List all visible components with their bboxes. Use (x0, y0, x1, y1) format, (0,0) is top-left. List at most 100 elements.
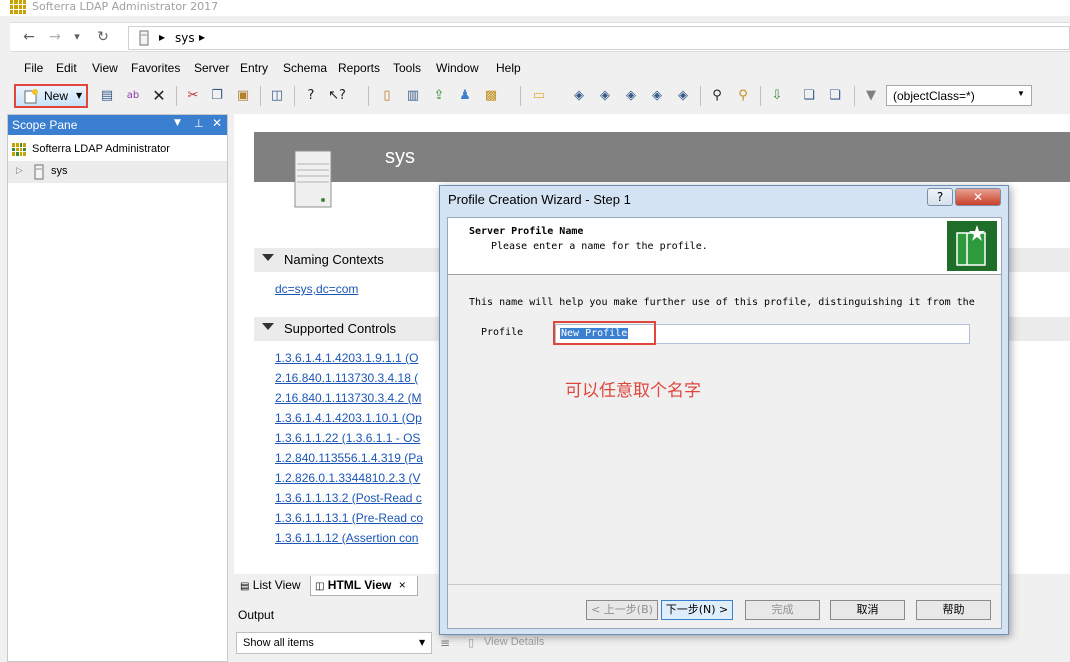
import-icon[interactable]: ⇪ (430, 87, 448, 105)
folder-icon[interactable]: ▭ (530, 87, 548, 105)
forward-button[interactable]: → (46, 28, 64, 46)
rename-icon[interactable]: ab (124, 87, 142, 105)
scope-pane-title: Scope Pane (12, 118, 78, 132)
title-bar: Softerra LDAP Administrator 2017 (0, 0, 1070, 16)
clear-output-icon[interactable]: ≡ (440, 636, 450, 650)
tool-icon[interactable]: ◈ (674, 87, 692, 105)
control-link[interactable]: 1.3.6.1.1.22 (1.3.6.1.1 - OS (275, 431, 420, 445)
menu-file[interactable]: File (24, 61, 43, 75)
toolbar-separator (260, 86, 261, 106)
control-link[interactable]: 1.3.6.1.4.1.4203.1.9.1.1 (O (275, 351, 418, 365)
close-icon[interactable]: ✕ (212, 116, 222, 130)
new-button-label: New (44, 89, 69, 103)
delete-icon[interactable]: ✕ (150, 87, 168, 105)
search-icon[interactable]: ⚲ (708, 87, 726, 105)
app-title: Softerra LDAP Administrator 2017 (32, 0, 219, 13)
control-link[interactable]: 1.3.6.1.1.13.2 (Post-Read c (275, 491, 422, 505)
control-link[interactable]: 1.3.6.1.1.12 (Assertion con (275, 531, 418, 545)
properties-icon[interactable]: ▤ (98, 87, 116, 105)
new-profile-icon[interactable]: ▥ (404, 87, 422, 105)
tree-item-sys[interactable]: ▷ sys (8, 161, 227, 183)
menu-help[interactable]: Help (496, 61, 521, 75)
toolbar-separator (176, 86, 177, 106)
menu-bar: File Edit View Favorites Server Entry Sc… (10, 58, 1070, 80)
group-icon[interactable]: ▩ (482, 87, 500, 105)
toolbar-separator (294, 86, 295, 106)
tool-icon[interactable]: ◈ (570, 87, 588, 105)
new-entry-icon[interactable]: ▯ (378, 87, 396, 105)
profile-wizard-dialog: Profile Creation Wizard - Step 1 ? ✕ Ser… (439, 185, 1009, 635)
copy-icon[interactable]: ❐ (208, 87, 226, 105)
next-button[interactable]: 下一步(N) > (661, 600, 733, 620)
expand-icon[interactable]: ▷ (16, 166, 23, 176)
menu-favorites[interactable]: Favorites (131, 61, 180, 75)
menu-edit[interactable]: Edit (56, 61, 77, 75)
filter-value: (objectClass=*) (893, 89, 975, 103)
dialog-close-button[interactable]: ✕ (955, 188, 1001, 206)
close-icon[interactable]: × (399, 578, 406, 592)
tool-icon[interactable]: ◈ (596, 87, 614, 105)
chevron-down-icon[interactable]: ▼ (419, 638, 425, 647)
tree-item-root[interactable]: Softerra LDAP Administrator (8, 139, 227, 161)
control-link[interactable]: 1.3.6.1.4.1.4203.1.10.1 (Op (275, 411, 422, 425)
view-details-button[interactable]: View Details (484, 636, 544, 648)
pin-icon[interactable]: ⊥ (194, 117, 204, 130)
menu-window[interactable]: Window (436, 61, 479, 75)
scope-pane: Scope Pane ▼ ⊥ ✕ Softerra LDAP Administr… (7, 114, 228, 662)
new-button[interactable]: New ▼ (14, 84, 88, 108)
clear-filter-icon[interactable]: ▼ (862, 87, 880, 105)
window-icon[interactable]: ❏ (826, 87, 844, 105)
menu-schema[interactable]: Schema (283, 61, 327, 75)
filter-combo[interactable]: (objectClass=*) ▼ (886, 85, 1032, 106)
control-link[interactable]: 1.3.6.1.1.13.1 (Pre-Read co (275, 511, 423, 525)
tool-icon[interactable]: ◈ (622, 87, 640, 105)
menu-view[interactable]: View (92, 61, 118, 75)
control-link[interactable]: 1.2.840.113556.1.4.319 (Pa (275, 451, 423, 465)
finish-button[interactable]: 完成 (745, 600, 820, 620)
help-icon: ? (936, 190, 944, 204)
tool-icon[interactable]: ◈ (648, 87, 666, 105)
paste-icon[interactable]: ▣ (234, 87, 252, 105)
back-button[interactable]: ← (20, 28, 38, 46)
menu-reports[interactable]: Reports (338, 61, 380, 75)
app-logo-icon (12, 143, 26, 156)
tree-item-label: Softerra LDAP Administrator (32, 143, 170, 155)
refresh-button[interactable]: ↻ (94, 28, 112, 46)
user-icon[interactable]: ♟ (456, 87, 474, 105)
back-button[interactable]: < 上一步(B) (586, 600, 658, 620)
help-icon[interactable]: ? (302, 87, 320, 105)
menu-server[interactable]: Server (194, 61, 229, 75)
chevron-down-icon[interactable]: ▼ (76, 91, 82, 100)
search-folder-icon[interactable]: ⚲ (734, 87, 752, 105)
collapse-icon[interactable] (262, 323, 274, 330)
output-filter-select[interactable]: Show all items ▼ (236, 632, 432, 654)
export-icon[interactable]: ⇩ (768, 87, 786, 105)
server-name: sys (385, 146, 415, 168)
open-icon[interactable]: ◫ (268, 87, 286, 105)
control-link[interactable]: 2.16.840.1.113730.3.4.18 ( (275, 371, 418, 385)
tab-list-view[interactable]: ▤ List View (236, 576, 306, 596)
menu-tools[interactable]: Tools (393, 61, 421, 75)
path-arrow-icon[interactable]: ▸ (199, 30, 205, 44)
cancel-button[interactable]: 取消 (830, 600, 905, 620)
tab-html-view[interactable]: ◫ HTML View × (310, 576, 418, 596)
chevron-down-icon[interactable]: ▼ (174, 118, 181, 128)
control-link[interactable]: 2.16.840.1.113730.3.4.2 (M (275, 391, 422, 405)
cut-icon[interactable]: ✂ (184, 87, 202, 105)
dialog-help-button[interactable]: ? (927, 188, 953, 206)
window-icon[interactable]: ❏ (800, 87, 818, 105)
context-help-icon[interactable]: ↖? (328, 87, 346, 105)
naming-context-link[interactable]: dc=sys,dc=com (275, 282, 358, 296)
chevron-down-icon[interactable]: ▼ (1017, 89, 1025, 98)
annotation-text: 可以任意取个名字 (565, 381, 701, 401)
path-arrow-icon[interactable]: ▸ (159, 30, 165, 44)
collapse-icon[interactable] (262, 254, 274, 261)
path-segment[interactable]: sys (175, 31, 195, 45)
menu-entry[interactable]: Entry (240, 61, 268, 75)
address-bar[interactable]: ▸ sys ▸ (128, 26, 1070, 50)
history-dropdown-button[interactable]: ▾ (68, 28, 86, 46)
view-details-icon[interactable]: ▯ (468, 636, 474, 649)
control-link[interactable]: 1.2.826.0.1.3344810.2.3 (V (275, 471, 420, 485)
toolbar-separator (760, 86, 761, 106)
help-button[interactable]: 帮助 (916, 600, 991, 620)
